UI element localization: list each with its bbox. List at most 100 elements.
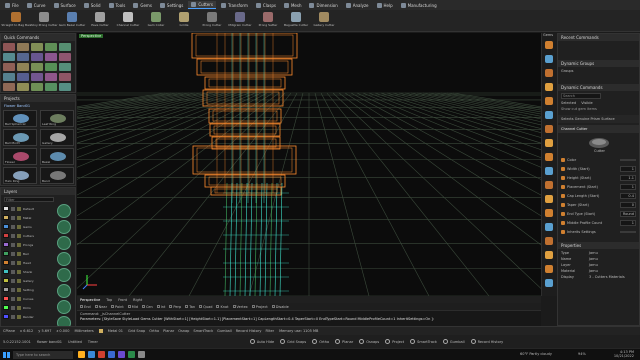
extrude-icon[interactable] (31, 73, 43, 81)
radio-icon[interactable] (249, 339, 255, 344)
mirror-icon[interactable] (59, 53, 71, 61)
layer-color-swatch[interactable] (3, 242, 9, 247)
section-channel-cutter[interactable]: Channel Cutter (558, 125, 639, 133)
lock-icon[interactable] (17, 269, 21, 274)
checkbox-icon[interactable] (156, 305, 160, 308)
layer-row[interactable]: Default (3, 204, 55, 213)
checkbox-icon[interactable] (232, 305, 236, 308)
radio-icon[interactable] (470, 339, 476, 344)
cutter-wireframe[interactable] (192, 145, 297, 175)
trim-icon[interactable] (17, 63, 29, 71)
tool-gallery-cutter[interactable]: Gallery Cutter (312, 12, 336, 27)
offset-icon[interactable] (17, 83, 29, 91)
tool-girdle[interactable]: Girdle (172, 12, 196, 27)
tab-solid[interactable]: Solid (81, 1, 104, 9)
taskbar-search[interactable]: Type here to search (13, 351, 73, 359)
layer-row[interactable]: Gallery (3, 276, 55, 285)
cabochon-icon[interactable] (545, 237, 553, 245)
toggle-planar[interactable]: Planar (335, 339, 353, 344)
radiant-icon[interactable] (545, 195, 553, 203)
tab-curve[interactable]: Curve (24, 1, 49, 9)
command-prompt[interactable]: Parameters: [StyleSave StyleLoad Gems Cu… (80, 317, 540, 321)
band-wireframe[interactable] (279, 182, 283, 296)
loft-icon[interactable] (45, 73, 57, 81)
layer-color-swatch[interactable] (3, 206, 9, 211)
toggle-grid-snaps[interactable]: Grid Snaps (280, 339, 306, 344)
file-explorer-icon[interactable] (78, 351, 85, 358)
checkbox-icon[interactable] (111, 305, 115, 308)
toggle-project[interactable]: Project (385, 339, 404, 344)
bulb-icon[interactable] (11, 296, 15, 301)
material-ball-icon[interactable] (57, 300, 71, 314)
baguette-icon[interactable] (545, 167, 553, 175)
layer-row[interactable]: Gems (3, 222, 55, 231)
layer-row[interactable]: Cutters (3, 231, 55, 240)
bulb-icon[interactable] (11, 242, 15, 247)
layer-color-swatch[interactable] (3, 269, 9, 274)
project-thumb[interactable]: Flower (3, 148, 37, 165)
band-wireframe[interactable] (259, 182, 263, 296)
move-icon[interactable] (3, 53, 15, 61)
viewport-tab-perspective[interactable]: Perspective (80, 298, 100, 302)
material-ball-icon[interactable] (57, 284, 71, 298)
toggle-gumball[interactable]: Gumball (442, 339, 465, 344)
tool-baguette-cutter[interactable]: Baguette Cutter (284, 12, 308, 27)
project-thumb[interactable]: Gallery (40, 129, 74, 146)
radio-icon[interactable] (359, 339, 365, 344)
copy-icon[interactable] (45, 53, 57, 61)
checkbox-icon[interactable] (271, 305, 275, 308)
dynamic-search-input[interactable]: Search (561, 93, 601, 99)
project-thumb[interactable]: Bezel (40, 148, 74, 165)
lock-icon[interactable] (17, 233, 21, 238)
radio-icon[interactable] (335, 339, 341, 344)
material-ball-icon[interactable] (57, 268, 71, 282)
tab-file[interactable]: File (2, 1, 22, 9)
tab-analyze[interactable]: Analyze (343, 1, 372, 9)
osnap-near[interactable]: Near (94, 305, 107, 309)
asscher-icon[interactable] (545, 181, 553, 189)
layer-row[interactable]: Render (3, 312, 55, 321)
lock-icon[interactable] (17, 224, 21, 229)
checkbox-icon[interactable] (127, 305, 131, 308)
filter-visible[interactable]: Visible (581, 101, 592, 105)
layer-row[interactable]: Prongs (3, 240, 55, 249)
cutter-wireframe[interactable] (200, 60, 289, 74)
status-record-history[interactable]: Record History (236, 329, 262, 333)
boolean-icon[interactable] (3, 73, 15, 81)
osnap-knot[interactable]: Knot (216, 305, 229, 309)
layer-color-swatch[interactable] (3, 287, 9, 292)
param-value-field[interactable]: 1 (620, 165, 636, 172)
project-thumb[interactable]: Halo Ring (3, 167, 37, 184)
layer-color-swatch[interactable] (3, 251, 9, 256)
bulb-icon[interactable] (11, 287, 15, 292)
select-icon[interactable] (3, 43, 15, 51)
osnap-disable[interactable]: Disable (271, 305, 289, 309)
band-wireframe[interactable] (229, 182, 233, 296)
heart-icon[interactable] (545, 111, 553, 119)
layer-color-swatch[interactable] (3, 296, 9, 301)
battery-text[interactable]: 94% (578, 352, 586, 356)
layer-row[interactable]: Bail (3, 249, 55, 258)
band-wireframe[interactable] (269, 182, 273, 296)
checkbox-icon[interactable] (169, 305, 173, 308)
bulb-icon[interactable] (11, 269, 15, 274)
lock-icon[interactable] (17, 215, 21, 220)
osnap-end[interactable]: End (80, 305, 91, 309)
tab-transform[interactable]: Transform (218, 1, 251, 9)
start-icon[interactable] (3, 352, 10, 358)
rhino-icon[interactable] (98, 351, 105, 358)
layers-filter-input[interactable]: Filter (4, 197, 54, 202)
pear-icon[interactable] (545, 83, 553, 91)
param-value-field[interactable]: 1.1 (620, 174, 636, 181)
material-ball-icon[interactable] (57, 236, 71, 250)
bulb-icon[interactable] (11, 260, 15, 265)
osnap-int[interactable]: Int (156, 305, 165, 309)
status-gumball[interactable]: Gumball (217, 329, 232, 333)
radio-icon[interactable] (280, 339, 286, 344)
sweep-icon[interactable] (59, 73, 71, 81)
tab-manufacturing[interactable]: Manufacturing (398, 1, 440, 9)
osnap-cen[interactable]: Cen (141, 305, 153, 309)
layer-color-swatch[interactable] (3, 260, 9, 265)
scale-icon[interactable] (31, 53, 43, 61)
material-ball-icon[interactable] (57, 220, 71, 234)
